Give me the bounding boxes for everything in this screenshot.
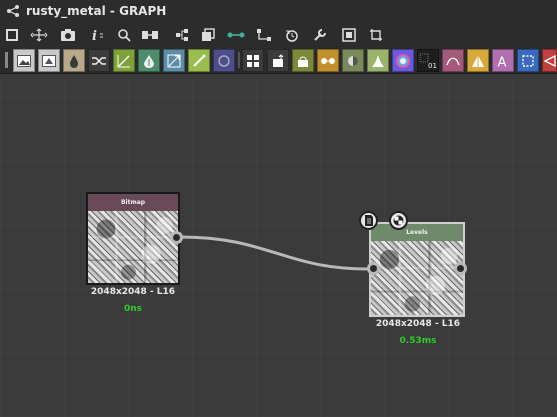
node-resolution: 2048x2048 - L16 — [375, 319, 461, 329]
node-resolution: 2048x2048 - L16 — [90, 287, 176, 297]
node-thumbnail — [88, 211, 178, 283]
connection-wire[interactable] — [0, 0, 557, 417]
output-port[interactable] — [454, 262, 467, 275]
output-port[interactable] — [170, 231, 183, 244]
node-time: 0.53ms — [399, 336, 437, 346]
node-title: Levels — [406, 229, 428, 236]
bitmap-node[interactable]: Bitmap — [86, 192, 180, 285]
node-header: Bitmap — [88, 194, 178, 211]
node-title: Bitmap — [120, 199, 146, 206]
checker-icon[interactable] — [389, 211, 408, 230]
node-header: Levels — [371, 224, 463, 241]
node-time: 0ns — [123, 304, 143, 314]
document-icon[interactable] — [359, 211, 378, 230]
levels-node[interactable]: Levels — [369, 222, 465, 317]
input-port[interactable] — [367, 262, 380, 275]
node-thumbnail — [371, 241, 463, 315]
